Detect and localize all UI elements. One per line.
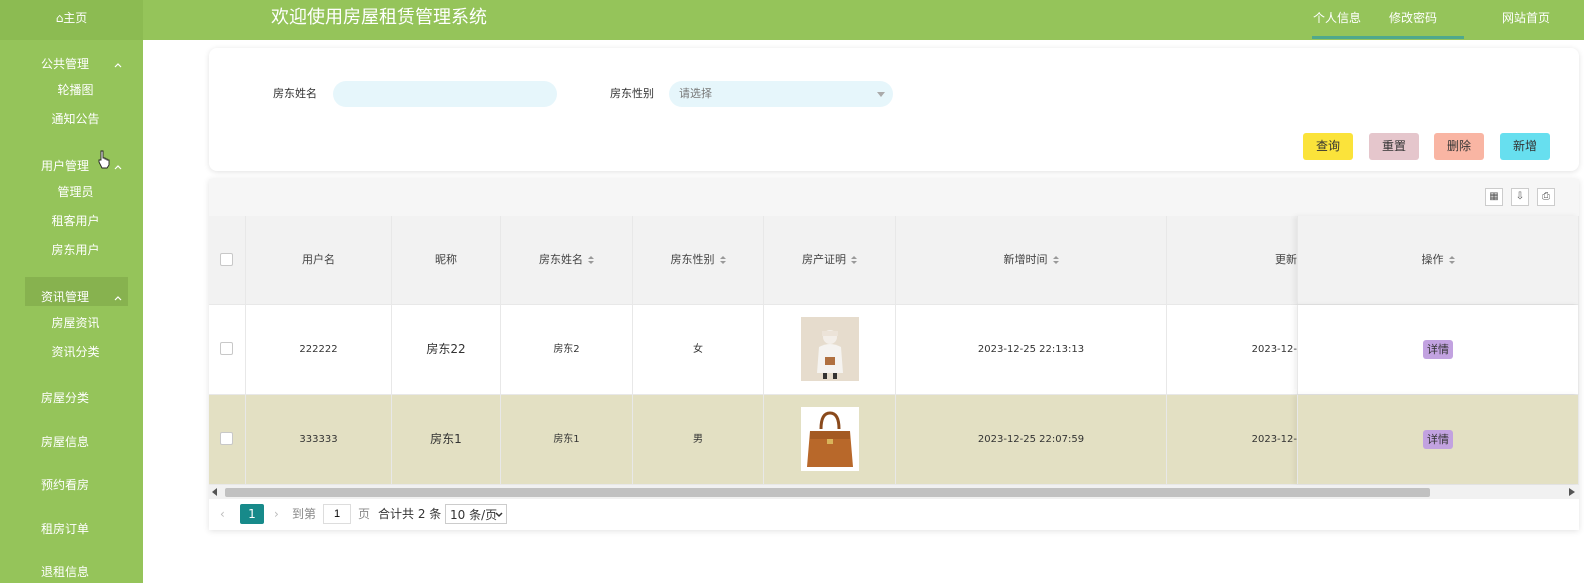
col-landlord-name[interactable]: 房东姓名	[501, 216, 633, 304]
select-placeholder: 请选择	[679, 87, 712, 100]
cell-nickname: 房东1	[392, 395, 501, 484]
row-checkbox[interactable]	[220, 432, 233, 445]
cell-actions: 详情	[1297, 395, 1579, 484]
pagination: ‹ 1 › 到第 页 合计共 2 条 10 条/页	[211, 504, 531, 526]
table-header: 用户名 昵称 房东姓名 房东性别 房产证明 新增时间 更新 操作	[209, 216, 1579, 305]
cell-gender: 男	[633, 395, 764, 484]
sidebar-item-tenant[interactable]: 租客用户	[0, 211, 143, 231]
cell-username: 333333	[246, 395, 392, 484]
export-icon[interactable]: ⇩	[1511, 188, 1529, 206]
landlord-gender-select[interactable]: 请选择	[669, 81, 893, 107]
query-button[interactable]: 查询	[1303, 133, 1353, 160]
sidebar-item-viewing[interactable]: 预约看房	[41, 475, 89, 495]
site-home-link[interactable]: 网站首页	[1502, 0, 1550, 36]
cell-property-proof	[764, 305, 896, 394]
profile-link[interactable]: 个人信息	[1313, 0, 1361, 36]
landlord-gender-label: 房东性别	[610, 87, 654, 100]
top-bar: ⌂主页 欢迎使用房屋租赁管理系统 个人信息 修改密码 网站首页	[0, 0, 1584, 40]
col-gender[interactable]: 房东性别	[633, 216, 764, 304]
row-checkbox[interactable]	[220, 342, 233, 355]
cell-property-proof	[764, 395, 896, 484]
chevron-up-icon	[114, 165, 122, 170]
person-photo-icon[interactable]	[800, 317, 859, 381]
header-checkbox-cell	[209, 216, 246, 304]
menu-group-title[interactable]: 资讯管理	[41, 287, 89, 307]
sidebar-item-house-news[interactable]: 房屋资讯	[0, 313, 143, 333]
delete-button[interactable]: 删除	[1434, 133, 1484, 160]
col-actions[interactable]: 操作	[1297, 216, 1579, 304]
col-property-proof[interactable]: 房产证明	[764, 216, 896, 304]
sort-icon	[1052, 255, 1059, 265]
table-toolbar: ▦ ⇩ ⎙	[209, 179, 1579, 217]
menu-group-title[interactable]: 用户管理	[41, 156, 89, 176]
chevron-down-icon	[495, 512, 503, 518]
print-icon[interactable]: ⎙	[1537, 188, 1555, 206]
prev-page-button[interactable]: ‹	[220, 504, 225, 524]
change-password-link[interactable]: 修改密码	[1389, 0, 1437, 36]
sort-icon	[1448, 255, 1455, 265]
col-username[interactable]: 用户名	[246, 216, 392, 304]
cell-nickname: 房东22	[392, 305, 501, 394]
landlord-name-input[interactable]	[333, 81, 557, 107]
sidebar-item-checkout[interactable]: 退租信息	[41, 562, 89, 582]
cell-username: 222222	[246, 305, 392, 394]
horizontal-scrollbar[interactable]	[209, 485, 1579, 499]
cell-updated-time: 2023-12-	[1251, 344, 1297, 355]
main-content: 房东姓名 房东性别 请选择 查询 重置 删除 新增 ▦ ⇩ ⎙ 用户名 昵称 房…	[143, 40, 1584, 583]
sidebar-item-house-category[interactable]: 房屋分类	[41, 388, 89, 408]
chevron-up-icon	[114, 296, 122, 301]
add-button[interactable]: 新增	[1500, 133, 1550, 160]
scroll-left-icon[interactable]	[212, 488, 218, 496]
page-1-button[interactable]: 1	[240, 504, 264, 524]
cell-landlord-name: 房东2	[501, 305, 633, 394]
search-panel: 房东姓名 房东性别 请选择 查询 重置 删除 新增	[209, 48, 1579, 171]
cell-landlord-name: 房东1	[501, 395, 633, 484]
col-nickname[interactable]: 昵称	[392, 216, 501, 304]
detail-button[interactable]: 详情	[1423, 339, 1453, 359]
home-link[interactable]: ⌂主页	[0, 0, 143, 40]
page-unit-label: 页	[358, 507, 371, 521]
menu-group-title[interactable]: 公共管理	[41, 54, 89, 74]
cell-created-time: 2023-12-25 22:13:13	[896, 305, 1167, 394]
handbag-photo-icon[interactable]	[800, 407, 859, 471]
goto-label: 到第	[292, 507, 317, 521]
page-size-value: 10 条/页	[450, 508, 498, 522]
cell-created-time: 2023-12-25 22:07:59	[896, 395, 1167, 484]
cell-gender: 女	[633, 305, 764, 394]
active-tab-indicator	[1312, 36, 1464, 39]
columns-filter-icon[interactable]: ▦	[1485, 188, 1503, 206]
sidebar-item-house-info[interactable]: 房屋信息	[41, 432, 89, 452]
total-count: 合计共 2 条	[378, 507, 442, 521]
col-updated-time[interactable]: 更新	[1167, 216, 1297, 304]
pointer-cursor-icon	[98, 150, 110, 169]
page-title: 欢迎使用房屋租赁管理系统	[271, 7, 487, 28]
scroll-right-icon[interactable]	[1569, 488, 1575, 496]
sidebar-item-carousel[interactable]: 轮播图	[0, 80, 143, 100]
sort-icon	[588, 255, 594, 265]
table-row[interactable]: 333333 房东1 房东1 男 2023-12-25 22:07:59 202…	[209, 395, 1579, 485]
caret-down-icon	[877, 92, 885, 97]
cell-actions: 详情	[1297, 305, 1579, 394]
sidebar-item-news-category[interactable]: 资讯分类	[0, 342, 143, 362]
data-table: ▦ ⇩ ⎙ 用户名 昵称 房东姓名 房东性别 房产证明 新增时间 更新 操作 2…	[209, 179, 1579, 530]
sidebar-item-admin[interactable]: 管理员	[0, 182, 143, 202]
sidebar-item-notice[interactable]: 通知公告	[0, 109, 143, 129]
reset-button[interactable]: 重置	[1369, 133, 1419, 160]
chevron-up-icon	[114, 63, 122, 68]
cell-updated-time: 2023-12-	[1251, 434, 1297, 445]
table-row[interactable]: 222222 房东22 房东2 女 2023-12-25 22:13:13 20…	[209, 305, 1579, 395]
page-size-select[interactable]: 10 条/页	[445, 504, 507, 524]
detail-button[interactable]: 详情	[1423, 429, 1453, 449]
goto-page-input[interactable]	[323, 504, 351, 524]
sidebar-item-landlord[interactable]: 房东用户	[0, 240, 143, 260]
select-all-checkbox[interactable]	[220, 253, 233, 266]
sidebar: 公共管理 轮播图 通知公告 用户管理 管理员 租客用户 房东用户 资讯管理 房屋…	[0, 40, 143, 583]
landlord-name-label: 房东姓名	[273, 87, 317, 100]
sort-icon	[851, 255, 857, 265]
sidebar-item-orders[interactable]: 租房订单	[41, 519, 89, 539]
scrollbar-thumb[interactable]	[225, 488, 1430, 497]
col-created-time[interactable]: 新增时间	[896, 216, 1167, 304]
sort-icon	[719, 255, 726, 265]
next-page-button[interactable]: ›	[274, 504, 279, 524]
